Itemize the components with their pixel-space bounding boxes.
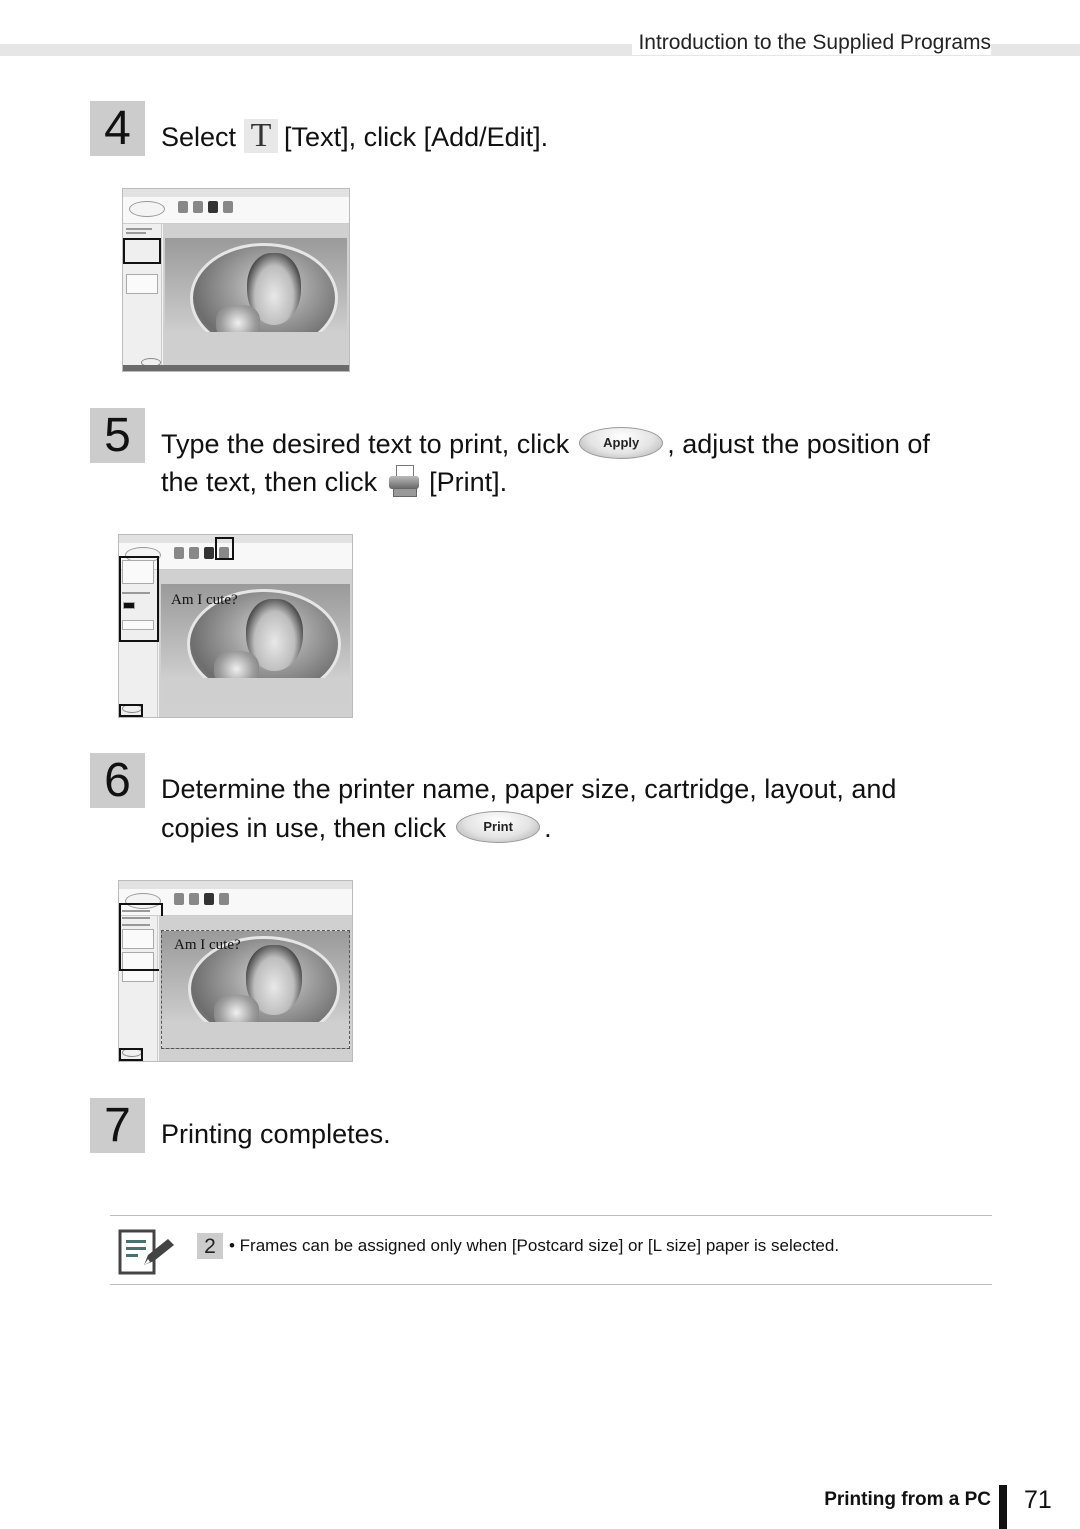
toolbar-icon	[174, 893, 184, 905]
step-6-line-2: copies in use, then click Print.	[161, 809, 552, 849]
window-toolbar	[123, 197, 349, 224]
window-canvas	[163, 224, 349, 371]
note-badge: 2	[197, 1233, 223, 1259]
toolbar-icon	[208, 201, 218, 213]
step-number-6: 6	[90, 753, 145, 808]
text-tool-icon: T	[244, 118, 279, 153]
text-menu-panel	[126, 274, 158, 294]
highlight-print-tool	[215, 537, 234, 560]
highlight-print-button	[119, 1048, 143, 1061]
photo-frame-scene: Am I cute?	[161, 584, 350, 705]
photo-caption-text: Am I cute?	[174, 937, 241, 953]
step-4-text: Select T [Text], click [Add/Edit].	[161, 118, 548, 159]
window-canvas: Am I cute?	[159, 570, 352, 717]
note-rule-bottom	[110, 1284, 992, 1285]
step-5-line-2: the text, then click [Print].	[161, 463, 507, 503]
page-number: 71	[1024, 1486, 1052, 1514]
frame-ground	[162, 1022, 349, 1048]
window-titlebar	[123, 189, 349, 197]
highlight-apply	[119, 704, 143, 717]
step-6-text: copies in use, then click	[161, 813, 447, 843]
photo-frame-scene	[165, 238, 347, 359]
taskbar	[123, 365, 349, 371]
footer-section-label: Printing from a PC	[824, 1489, 991, 1510]
toolbar-icon	[178, 201, 188, 213]
sidebar-text	[126, 232, 146, 234]
step-4-text-after: [Text], click [Add/Edit].	[284, 122, 549, 152]
toolbar-icon	[174, 547, 184, 559]
toolbar-icon	[193, 201, 203, 213]
screenshot-step-6: Am I cute?	[118, 880, 353, 1062]
note-text: • Frames can be assigned only when [Post…	[229, 1236, 840, 1255]
step-7-text: Printing completes.	[161, 1119, 391, 1149]
photo-frame-scene: Am I cute?	[161, 930, 350, 1049]
window-titlebar	[119, 881, 352, 889]
toolbar-icon	[219, 893, 229, 905]
step-5-text: [Print].	[429, 467, 508, 497]
step-6-text: .	[544, 813, 552, 843]
toolbar-icon	[204, 547, 214, 559]
frame-ground	[165, 332, 347, 359]
apply-button[interactable]: Apply	[579, 426, 664, 459]
step-4-text-before: Select	[161, 122, 237, 152]
highlight-text-menu	[123, 238, 161, 264]
print-button[interactable]: Print	[456, 810, 541, 843]
note-pencil-icon	[118, 1229, 174, 1275]
step-6-line-1: Determine the printer name, paper size, …	[161, 774, 897, 804]
app-logo	[129, 201, 165, 217]
step-5-text: the text, then click	[161, 467, 378, 497]
footer-divider	[999, 1485, 1007, 1529]
step-number-4: 4	[90, 101, 145, 156]
screenshot-step-5: Am I cute?	[118, 534, 353, 718]
step-5-text: , adjust the position of	[667, 429, 930, 459]
screenshot-step-4	[122, 188, 350, 372]
step-5-text: Type the desired text to print, click	[161, 429, 570, 459]
section-title: Introduction to the Supplied Programs	[632, 31, 991, 55]
toolbar-icon	[223, 201, 233, 213]
photo-caption-text: Am I cute?	[171, 592, 238, 608]
window-titlebar	[119, 535, 352, 543]
frame-ground	[161, 678, 350, 705]
toolbar-icon	[189, 893, 199, 905]
printer-icon[interactable]	[387, 464, 421, 497]
window-canvas: Am I cute?	[159, 916, 352, 1061]
note-rule-top	[110, 1215, 992, 1216]
step-number-5: 5	[90, 408, 145, 463]
toolbar-icon	[204, 893, 214, 905]
step-5-line-1: Type the desired text to print, click App…	[161, 425, 930, 465]
highlight-text-panel	[119, 556, 159, 642]
step-number-7: 7	[90, 1098, 145, 1153]
highlight-print-settings	[119, 903, 163, 971]
toolbar-icon	[189, 547, 199, 559]
sidebar-text	[126, 228, 152, 230]
